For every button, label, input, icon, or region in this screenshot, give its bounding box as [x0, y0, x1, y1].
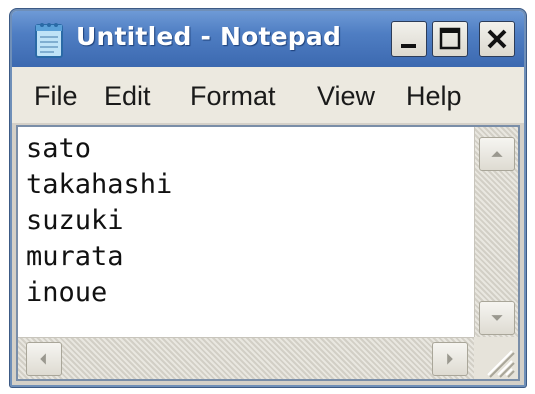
- vertical-scrollbar[interactable]: [474, 127, 518, 337]
- menu-format[interactable]: Format: [190, 81, 276, 112]
- scroll-up-button[interactable]: [479, 137, 515, 171]
- minimize-icon: [401, 44, 416, 48]
- menu-edit[interactable]: Edit: [104, 81, 151, 112]
- arrow-left-icon: [40, 353, 46, 365]
- maximize-button[interactable]: [432, 21, 468, 57]
- text-editor[interactable]: sato takahashi suzuki murata inoue: [18, 127, 474, 337]
- scroll-left-button[interactable]: [26, 342, 62, 376]
- scroll-down-button[interactable]: [479, 301, 515, 335]
- resize-grip-icon: [487, 350, 515, 378]
- menu-bar: File Edit Format View Help: [12, 67, 524, 123]
- text-line: suzuki: [26, 205, 124, 236]
- editor-area: sato takahashi suzuki murata inoue: [16, 125, 520, 381]
- notepad-icon: [32, 21, 66, 59]
- horizontal-scrollbar[interactable]: [18, 337, 474, 379]
- window-title: Untitled - Notepad: [76, 22, 342, 51]
- menu-help[interactable]: Help: [406, 81, 462, 112]
- close-button[interactable]: [479, 21, 515, 57]
- scroll-right-button[interactable]: [432, 342, 468, 376]
- arrow-up-icon: [491, 151, 503, 157]
- menu-view[interactable]: View: [317, 81, 375, 112]
- title-bar[interactable]: Untitled - Notepad: [12, 11, 524, 67]
- text-line: sato: [26, 133, 92, 164]
- arrow-right-icon: [447, 353, 453, 365]
- notepad-window: Untitled - Notepad File Edit Format View…: [10, 9, 526, 387]
- resize-grip[interactable]: [474, 337, 518, 379]
- text-line: murata: [26, 241, 124, 272]
- menu-file[interactable]: File: [34, 81, 78, 112]
- maximize-icon: [439, 27, 461, 50]
- text-line: inoue: [26, 277, 108, 308]
- arrow-down-icon: [491, 315, 503, 321]
- close-icon: [487, 29, 507, 49]
- text-line: takahashi: [26, 169, 173, 200]
- minimize-button[interactable]: [391, 21, 427, 57]
